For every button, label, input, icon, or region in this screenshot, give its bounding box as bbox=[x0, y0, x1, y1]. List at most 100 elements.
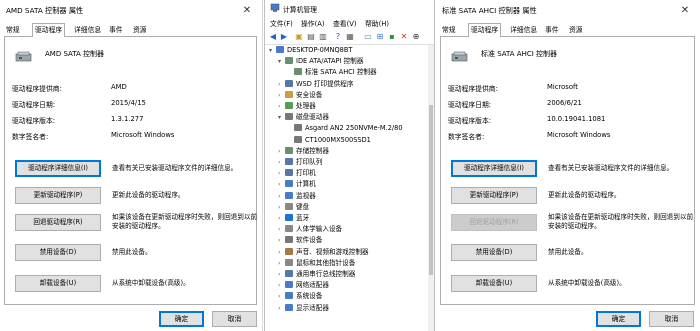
tree-row[interactable]: Asgard AN2 250NVMe-M.2/80 bbox=[287, 123, 403, 134]
collapsed-chevron-icon[interactable]: › bbox=[278, 146, 285, 157]
collapsed-chevron-icon[interactable]: › bbox=[278, 269, 285, 280]
expanded-chevron-icon[interactable]: ▾ bbox=[269, 45, 276, 56]
tree-row[interactable]: › 网络适配器 bbox=[278, 280, 329, 291]
collapsed-chevron-icon[interactable]: › bbox=[278, 157, 285, 168]
menu-help[interactable]: 帮助(H) bbox=[365, 18, 389, 28]
tab-driver[interactable]: 驱动程序 bbox=[468, 23, 502, 37]
tree-scrollbar-thumb[interactable] bbox=[429, 105, 433, 275]
collapsed-chevron-icon[interactable]: › bbox=[278, 258, 285, 269]
tab-driver[interactable]: 驱动程序 bbox=[32, 23, 66, 37]
tab-resources[interactable]: 资源 bbox=[567, 24, 585, 36]
provider-value: AMD bbox=[111, 83, 127, 91]
forward-icon[interactable]: ▶ bbox=[279, 32, 289, 42]
back-icon[interactable]: ◀ bbox=[268, 32, 278, 42]
tab-details[interactable]: 详细信息 bbox=[508, 24, 539, 36]
collapsed-chevron-icon[interactable]: › bbox=[278, 191, 285, 202]
driver-details-button[interactable]: 驱动程序详细信息(I) bbox=[451, 160, 537, 177]
scan-hardware-icon[interactable]: ⊞ bbox=[375, 32, 385, 42]
monitor-icon[interactable]: ▭ bbox=[363, 32, 373, 42]
tree-row[interactable]: › 系统设备 bbox=[278, 291, 322, 302]
tree-scrollbar[interactable] bbox=[428, 45, 434, 331]
ok-button[interactable]: 确定 bbox=[159, 311, 204, 327]
tab-general[interactable]: 常规 bbox=[4, 24, 22, 36]
collapsed-chevron-icon[interactable]: › bbox=[278, 235, 285, 246]
close-icon[interactable]: ✕ bbox=[676, 2, 694, 20]
export-icon[interactable]: ▦ bbox=[345, 32, 355, 42]
tab-events[interactable]: 事件 bbox=[107, 24, 125, 36]
uninstall-device-button[interactable]: 卸载设备(U) bbox=[15, 275, 101, 292]
menu-view[interactable]: 查看(V) bbox=[333, 18, 357, 28]
tree-row[interactable]: › 蓝牙 bbox=[278, 213, 309, 224]
tree-row[interactable]: › 监视器 bbox=[278, 191, 316, 202]
tree-row[interactable]: › 存储控制器 bbox=[278, 146, 329, 157]
ok-button[interactable]: 确定 bbox=[596, 311, 641, 327]
uninstall-device-button[interactable]: 卸载设备(U) bbox=[451, 275, 537, 292]
driver-details-button[interactable]: 驱动程序详细信息(I) bbox=[15, 160, 101, 177]
disable-device-button[interactable]: 禁用设备(D) bbox=[451, 244, 537, 261]
properties-icon[interactable]: ▥ bbox=[318, 32, 328, 42]
tab-details[interactable]: 详细信息 bbox=[72, 24, 103, 36]
device-category-icon bbox=[294, 68, 302, 76]
update-driver-icon[interactable]: ▪ bbox=[387, 32, 397, 42]
tree-row[interactable]: 标准 SATA AHCI 控制器 bbox=[287, 67, 377, 78]
controller-device-icon bbox=[451, 51, 468, 62]
cancel-button[interactable]: 取消 bbox=[212, 311, 257, 327]
uninstall-icon[interactable]: ✕ bbox=[399, 32, 409, 42]
device-category-icon bbox=[285, 90, 293, 98]
tree-row-label: 鼠标和其他指针设备 bbox=[296, 258, 356, 267]
tree-row[interactable]: › WSD 打印提供程序 bbox=[278, 79, 353, 90]
tree-row[interactable]: › 安全设备 bbox=[278, 90, 322, 101]
tree-row[interactable]: › 通用串行总线控制器 bbox=[278, 269, 355, 280]
cancel-button[interactable]: 取消 bbox=[649, 311, 694, 327]
tree-row[interactable]: › 鼠标和其他指针设备 bbox=[278, 258, 355, 269]
menu-action[interactable]: 操作(A) bbox=[301, 18, 325, 28]
collapsed-chevron-icon[interactable]: › bbox=[278, 202, 285, 213]
tree-row[interactable]: › 软件设备 bbox=[278, 235, 322, 246]
collapsed-chevron-icon[interactable]: › bbox=[278, 213, 285, 224]
close-icon[interactable]: ✕ bbox=[238, 2, 256, 20]
console-tree-icon[interactable]: ▤ bbox=[306, 32, 316, 42]
device-tree: ▾ DESKTOP-0MNQ8BT ▾ IDE ATA/ATAPI 控制器 标准 SAT… bbox=[265, 45, 434, 331]
tree-row-label: 人体学输入设备 bbox=[296, 225, 343, 234]
download-icon[interactable]: ⊕ bbox=[411, 32, 421, 42]
collapsed-chevron-icon[interactable]: › bbox=[278, 280, 285, 291]
collapsed-chevron-icon[interactable]: › bbox=[278, 247, 285, 258]
tree-row[interactable]: › 计算机 bbox=[278, 179, 316, 190]
tab-events[interactable]: 事件 bbox=[543, 24, 561, 36]
expanded-chevron-icon[interactable]: ▾ bbox=[278, 112, 285, 123]
tree-row[interactable]: ▾ DESKTOP-0MNQ8BT bbox=[269, 45, 352, 56]
update-driver-button[interactable]: 更新驱动程序(P) bbox=[15, 187, 101, 204]
collapsed-chevron-icon[interactable]: › bbox=[278, 303, 285, 314]
tree-row[interactable]: CT1000MX500SSD1 bbox=[287, 135, 371, 146]
device-category-icon bbox=[285, 247, 293, 255]
folder-icon[interactable]: ▣ bbox=[294, 32, 304, 42]
tree-row[interactable]: › 打印机 bbox=[278, 168, 316, 179]
disable-device-button[interactable]: 禁用设备(D) bbox=[15, 244, 101, 261]
collapsed-chevron-icon[interactable]: › bbox=[278, 291, 285, 302]
tree-row[interactable]: ▾ IDE ATA/ATAPI 控制器 bbox=[278, 56, 363, 67]
tree-row[interactable]: › 键盘 bbox=[278, 202, 309, 213]
expanded-chevron-icon[interactable]: ▾ bbox=[278, 56, 285, 67]
left-titlebar: AMD SATA 控制器 属性 ✕ bbox=[0, 0, 262, 22]
tab-resources[interactable]: 资源 bbox=[131, 24, 149, 36]
tree-row[interactable]: › 处理器 bbox=[278, 101, 316, 112]
tree-row[interactable]: ▾ 磁盘驱动器 bbox=[278, 112, 329, 123]
tree-row[interactable]: › 显示适配器 bbox=[278, 303, 329, 314]
tree-row[interactable]: › 打印队列 bbox=[278, 157, 322, 168]
tree-row[interactable]: › 声音、视频和游戏控制器 bbox=[278, 247, 369, 258]
collapsed-chevron-icon[interactable]: › bbox=[278, 90, 285, 101]
collapsed-chevron-icon[interactable]: › bbox=[278, 224, 285, 235]
rollback-driver-button[interactable]: 回退驱动程序(R) bbox=[15, 214, 101, 231]
collapsed-chevron-icon[interactable]: › bbox=[278, 79, 285, 90]
help-icon[interactable]: ? bbox=[333, 32, 343, 42]
collapsed-chevron-icon[interactable]: › bbox=[278, 179, 285, 190]
provider-value: Microsoft bbox=[547, 83, 578, 91]
tree-row[interactable]: › 人体学输入设备 bbox=[278, 224, 342, 235]
device-category-icon bbox=[285, 191, 293, 199]
collapsed-chevron-icon[interactable]: › bbox=[278, 168, 285, 179]
collapsed-chevron-icon[interactable]: › bbox=[278, 101, 285, 112]
device-name: 标准 SATA AHCI 控制器 bbox=[481, 50, 558, 58]
menu-file[interactable]: 文件(F) bbox=[270, 18, 293, 28]
tab-general[interactable]: 常规 bbox=[440, 24, 458, 36]
update-driver-button[interactable]: 更新驱动程序(P) bbox=[451, 187, 537, 204]
